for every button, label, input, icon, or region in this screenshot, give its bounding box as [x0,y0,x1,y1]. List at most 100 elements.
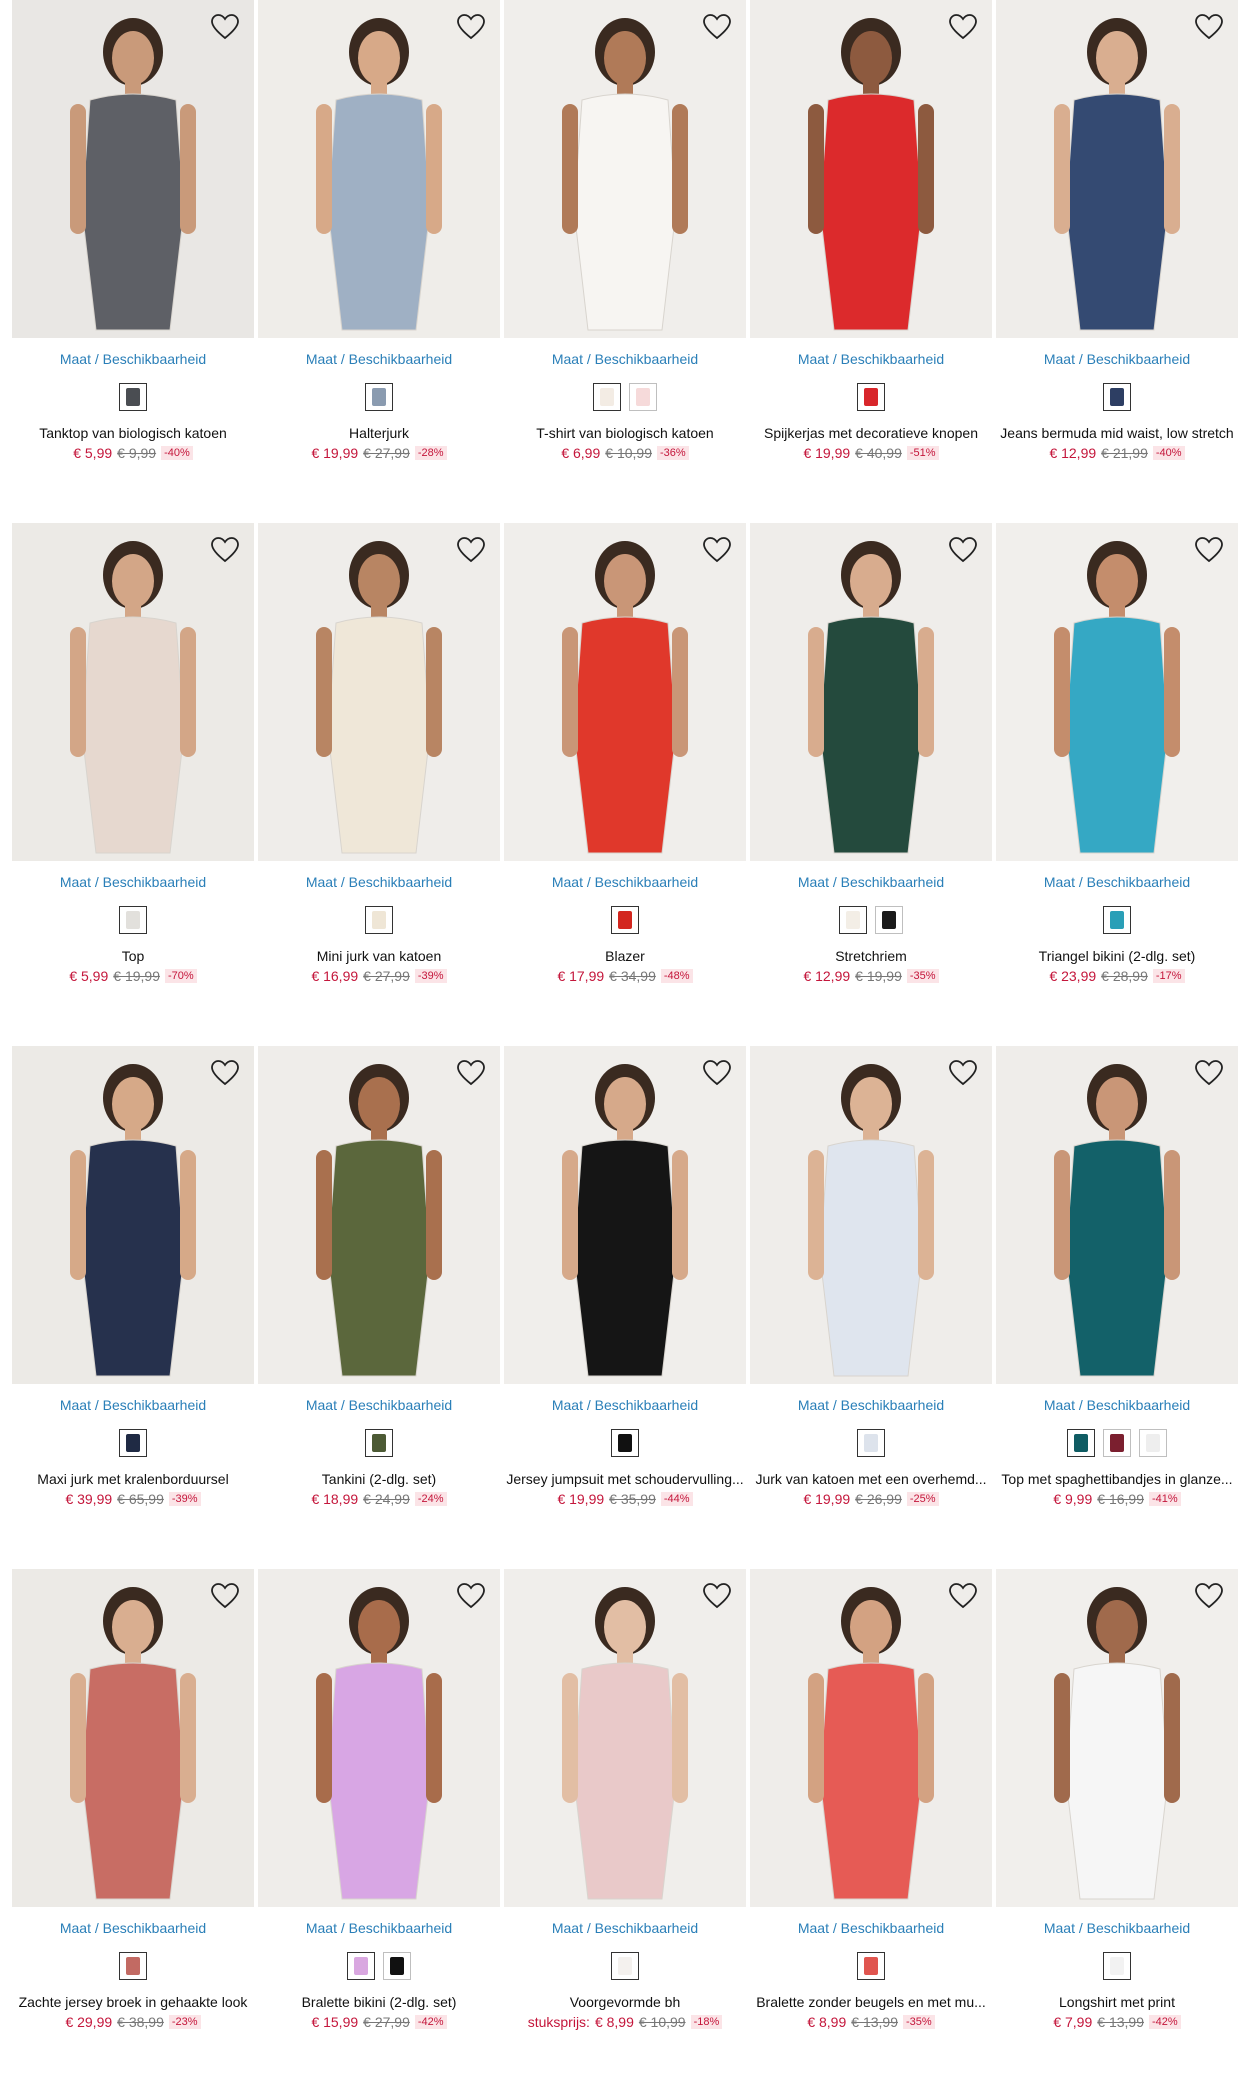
product-image[interactable] [12,0,254,338]
color-swatch[interactable] [875,906,903,934]
color-swatch[interactable] [365,383,393,411]
product-card-14[interactable]: Maat / Beschikbaarheid Jurk van katoen m… [750,1046,992,1569]
wishlist-heart-icon[interactable] [700,10,734,44]
color-swatch[interactable] [119,906,147,934]
color-swatch[interactable] [1103,1952,1131,1980]
size-availability-link[interactable]: Maat / Beschikbaarheid [258,1397,500,1413]
color-swatch[interactable] [629,383,657,411]
product-card-18[interactable]: Maat / Beschikbaarheid Voorgevormde bh s… [504,1569,746,2092]
size-availability-link[interactable]: Maat / Beschikbaarheid [258,351,500,367]
size-availability-link[interactable]: Maat / Beschikbaarheid [504,351,746,367]
color-swatch[interactable] [1067,1429,1095,1457]
product-image[interactable] [504,523,746,861]
color-swatch[interactable] [119,383,147,411]
size-availability-link[interactable]: Maat / Beschikbaarheid [996,1920,1238,1936]
product-name[interactable]: Tanktop van biologisch katoen [12,425,254,441]
wishlist-heart-icon[interactable] [700,533,734,567]
size-availability-link[interactable]: Maat / Beschikbaarheid [504,1397,746,1413]
size-availability-link[interactable]: Maat / Beschikbaarheid [258,874,500,890]
product-name[interactable]: Longshirt met print [996,1994,1238,2010]
color-swatch[interactable] [857,1429,885,1457]
size-availability-link[interactable]: Maat / Beschikbaarheid [12,874,254,890]
product-image[interactable] [258,1569,500,1907]
size-availability-link[interactable]: Maat / Beschikbaarheid [12,351,254,367]
product-image[interactable] [750,523,992,861]
product-name[interactable]: Jeans bermuda mid waist, low stretch [996,425,1238,441]
product-name[interactable]: Jurk van katoen met een overhemd... [750,1471,992,1487]
product-card-1[interactable]: Maat / Beschikbaarheid Tanktop van biolo… [12,0,254,523]
wishlist-heart-icon[interactable] [1192,1056,1226,1090]
product-image[interactable] [12,1569,254,1907]
product-card-13[interactable]: Maat / Beschikbaarheid Jersey jumpsuit m… [504,1046,746,1569]
color-swatch[interactable] [119,1952,147,1980]
size-availability-link[interactable]: Maat / Beschikbaarheid [750,1397,992,1413]
size-availability-link[interactable]: Maat / Beschikbaarheid [258,1920,500,1936]
product-name[interactable]: Jersey jumpsuit met schoudervulling... [504,1471,746,1487]
size-availability-link[interactable]: Maat / Beschikbaarheid [12,1920,254,1936]
product-image[interactable] [504,1569,746,1907]
product-name[interactable]: Bralette bikini (2-dlg. set) [258,1994,500,2010]
wishlist-heart-icon[interactable] [946,1579,980,1613]
product-image[interactable] [12,1046,254,1384]
product-card-10[interactable]: Maat / Beschikbaarheid Triangel bikini (… [996,523,1238,1046]
product-card-17[interactable]: Maat / Beschikbaarheid Bralette bikini (… [258,1569,500,2092]
product-card-7[interactable]: Maat / Beschikbaarheid Mini jurk van kat… [258,523,500,1046]
product-card-9[interactable]: Maat / Beschikbaarheid Stretchriem € 12,… [750,523,992,1046]
color-swatch[interactable] [383,1952,411,1980]
product-card-6[interactable]: Maat / Beschikbaarheid Top € 5,99 € 19,9… [12,523,254,1046]
product-image[interactable] [750,1569,992,1907]
wishlist-heart-icon[interactable] [946,533,980,567]
color-swatch[interactable] [593,383,621,411]
product-name[interactable]: T-shirt van biologisch katoen [504,425,746,441]
color-swatch[interactable] [119,1429,147,1457]
wishlist-heart-icon[interactable] [1192,1579,1226,1613]
product-image[interactable] [504,0,746,338]
product-image[interactable] [12,523,254,861]
size-availability-link[interactable]: Maat / Beschikbaarheid [504,874,746,890]
color-swatch[interactable] [839,906,867,934]
wishlist-heart-icon[interactable] [208,10,242,44]
product-card-15[interactable]: Maat / Beschikbaarheid Top met spaghetti… [996,1046,1238,1569]
product-image[interactable] [258,1046,500,1384]
product-name[interactable]: Zachte jersey broek in gehaakte look [12,1994,254,2010]
product-card-5[interactable]: Maat / Beschikbaarheid Jeans bermuda mid… [996,0,1238,523]
size-availability-link[interactable]: Maat / Beschikbaarheid [750,351,992,367]
size-availability-link[interactable]: Maat / Beschikbaarheid [750,874,992,890]
product-image[interactable] [996,523,1238,861]
product-image[interactable] [996,1046,1238,1384]
product-card-4[interactable]: Maat / Beschikbaarheid Spijkerjas met de… [750,0,992,523]
color-swatch[interactable] [365,1429,393,1457]
size-availability-link[interactable]: Maat / Beschikbaarheid [12,1397,254,1413]
color-swatch[interactable] [1103,383,1131,411]
product-image[interactable] [258,0,500,338]
product-name[interactable]: Maxi jurk met kralenborduursel [12,1471,254,1487]
color-swatch[interactable] [857,1952,885,1980]
size-availability-link[interactable]: Maat / Beschikbaarheid [996,351,1238,367]
wishlist-heart-icon[interactable] [946,1056,980,1090]
product-card-2[interactable]: Maat / Beschikbaarheid Halterjurk € 19,9… [258,0,500,523]
product-name[interactable]: Triangel bikini (2-dlg. set) [996,948,1238,964]
color-swatch[interactable] [611,1952,639,1980]
color-swatch[interactable] [1103,906,1131,934]
size-availability-link[interactable]: Maat / Beschikbaarheid [996,1397,1238,1413]
product-image[interactable] [750,0,992,338]
wishlist-heart-icon[interactable] [454,10,488,44]
product-name[interactable]: Mini jurk van katoen [258,948,500,964]
size-availability-link[interactable]: Maat / Beschikbaarheid [996,874,1238,890]
color-swatch[interactable] [611,906,639,934]
color-swatch[interactable] [1139,1429,1167,1457]
color-swatch[interactable] [611,1429,639,1457]
wishlist-heart-icon[interactable] [1192,533,1226,567]
product-name[interactable]: Top [12,948,254,964]
wishlist-heart-icon[interactable] [946,10,980,44]
wishlist-heart-icon[interactable] [454,533,488,567]
product-name[interactable]: Tankini (2-dlg. set) [258,1471,500,1487]
color-swatch[interactable] [365,906,393,934]
product-image[interactable] [258,523,500,861]
size-availability-link[interactable]: Maat / Beschikbaarheid [750,1920,992,1936]
wishlist-heart-icon[interactable] [700,1579,734,1613]
size-availability-link[interactable]: Maat / Beschikbaarheid [504,1920,746,1936]
color-swatch[interactable] [1103,1429,1131,1457]
product-name[interactable]: Top met spaghettibandjes in glanze... [996,1471,1238,1487]
product-name[interactable]: Stretchriem [750,948,992,964]
